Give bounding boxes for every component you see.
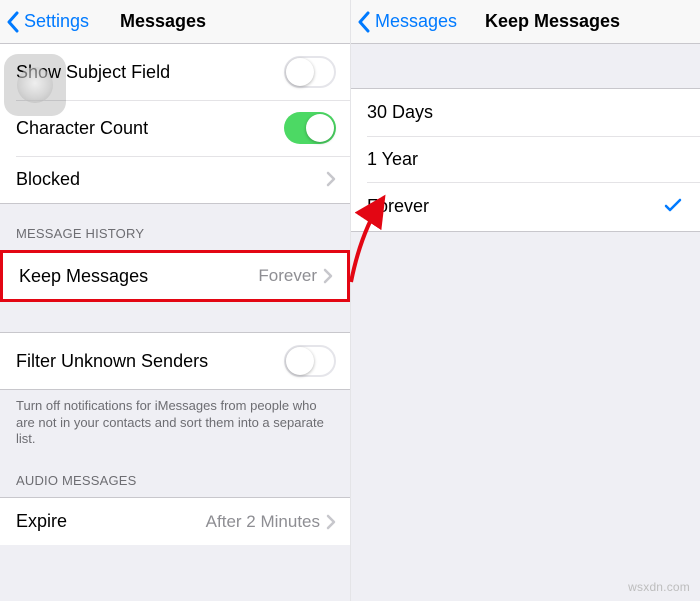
chevron-left-icon: [6, 11, 20, 33]
row-filter-unknown-senders[interactable]: Filter Unknown Senders: [0, 333, 350, 389]
section-header-message-history: MESSAGE HISTORY: [0, 204, 350, 250]
row-label: Expire: [16, 510, 67, 533]
section-header-audio-messages: AUDIO MESSAGES: [0, 465, 350, 497]
row-detail-value: Forever: [258, 265, 317, 286]
option-30-days[interactable]: 30 Days: [351, 89, 700, 136]
group-message-history: Keep Messages Forever: [0, 250, 350, 303]
chevron-left-icon: [357, 11, 371, 33]
toggle-character-count[interactable]: [284, 112, 336, 144]
row-expire[interactable]: Expire After 2 Minutes: [0, 498, 350, 545]
row-blocked[interactable]: Blocked: [0, 156, 350, 203]
option-label: 30 Days: [367, 101, 433, 124]
back-button-settings[interactable]: Settings: [0, 10, 89, 33]
navbar: Messages Keep Messages: [351, 0, 700, 44]
row-label: Filter Unknown Senders: [16, 350, 208, 373]
section-footer-filter-unknown: Turn off notifications for iMessages fro…: [0, 390, 350, 465]
toggle-show-subject[interactable]: [284, 56, 336, 88]
group-filter-unknown: Filter Unknown Senders: [0, 332, 350, 390]
back-label: Messages: [375, 10, 457, 33]
back-button-messages[interactable]: Messages: [351, 10, 457, 33]
back-label: Settings: [24, 10, 89, 33]
chevron-right-icon: [326, 514, 336, 530]
watermark: wsxdn.com: [628, 580, 690, 595]
group-audio-messages: Expire After 2 Minutes: [0, 497, 350, 545]
row-detail-value: After 2 Minutes: [206, 511, 320, 532]
toggle-filter-unknown[interactable]: [284, 345, 336, 377]
option-label: 1 Year: [367, 148, 418, 171]
group-keep-options: 30 Days 1 Year Forever: [351, 88, 700, 232]
row-label: Keep Messages: [19, 265, 148, 288]
chevron-right-icon: [326, 171, 336, 187]
screen-messages-settings: Settings Messages Show Subject Field Cha…: [0, 0, 350, 601]
option-forever[interactable]: Forever: [351, 182, 700, 231]
checkmark-icon: [664, 194, 686, 219]
assistive-touch-button[interactable]: [4, 54, 66, 116]
navbar: Settings Messages: [0, 0, 350, 44]
option-label: Forever: [367, 195, 429, 218]
option-1-year[interactable]: 1 Year: [351, 136, 700, 183]
screen-keep-messages: Messages Keep Messages 30 Days 1 Year Fo…: [350, 0, 700, 601]
row-keep-messages[interactable]: Keep Messages Forever: [3, 253, 347, 300]
row-label: Blocked: [16, 168, 80, 191]
row-label: Character Count: [16, 117, 148, 140]
chevron-right-icon: [323, 268, 333, 284]
assistive-touch-icon: [17, 67, 53, 103]
